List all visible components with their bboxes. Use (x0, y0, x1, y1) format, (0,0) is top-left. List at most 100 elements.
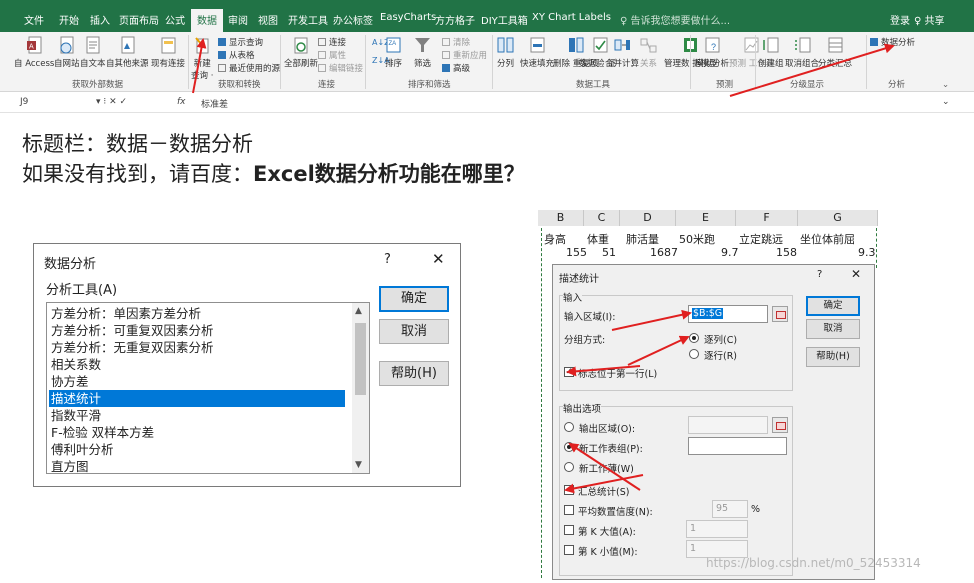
analysis-tools-list[interactable]: 方差分析：单因素方差分析 方差分析：可重复双因素分析 方差分析：无重复双因素分析… (46, 302, 370, 474)
input-range-field[interactable]: $B:$G (688, 305, 768, 323)
by-row-radio[interactable] (689, 349, 699, 359)
ungroup-button[interactable]: 取消组合 (785, 36, 819, 69)
cell-value[interactable]: 9.3 (858, 246, 876, 259)
share-button[interactable]: ♀ 共享 (914, 12, 945, 27)
ok-button[interactable]: 确定 (379, 286, 449, 312)
from-table-button[interactable]: 从表格 (218, 49, 255, 61)
cancel-button[interactable]: 取消 (379, 319, 449, 344)
by-column-radio[interactable] (689, 333, 699, 343)
recent-sources-button[interactable]: 最近使用的源 (218, 62, 280, 74)
show-queries-button[interactable]: 显示查询 (218, 36, 263, 48)
list-item[interactable]: F-检验 双样本方差 (51, 424, 347, 441)
new-worksheet-ply-radio[interactable] (564, 442, 574, 452)
text-to-columns-button[interactable]: 分列 (497, 36, 514, 69)
column-header-c[interactable]: C (584, 210, 620, 226)
from-access-button[interactable]: A 自 Access (14, 36, 54, 69)
summary-stats-checkbox[interactable]: ✓ (564, 485, 574, 495)
list-item[interactable]: 方差分析：无重复双因素分析 (51, 339, 347, 356)
output-range-select-icon[interactable] (772, 417, 788, 433)
existing-connections-button[interactable]: 现有连接 (151, 36, 185, 69)
tell-me-search[interactable]: ♀ 告诉我您想要做什么... (620, 12, 730, 27)
relationships-button[interactable]: 关系 (640, 36, 657, 69)
cell-value[interactable]: 155 (566, 246, 587, 259)
login-link[interactable]: 登录 (890, 12, 910, 27)
clear-filter-button[interactable]: 清除 (442, 36, 470, 48)
tab-office-tabs[interactable]: 办公标签 (333, 12, 373, 27)
kth-largest-checkbox[interactable] (564, 525, 574, 535)
tab-data[interactable]: 数据 (191, 9, 223, 32)
cell-header[interactable]: 立定跳远 (739, 231, 783, 247)
range-select-icon[interactable] (772, 306, 788, 322)
consolidate-button[interactable]: 合并计算 (605, 36, 639, 69)
list-item[interactable]: 方差分析：可重复双因素分析 (51, 322, 347, 339)
list-item[interactable]: 指数平滑 (51, 407, 347, 424)
scrollbar-thumb[interactable] (355, 323, 366, 395)
confidence-level-field[interactable]: 95 (712, 500, 748, 518)
scroll-up-icon[interactable]: ▲ (355, 306, 362, 316)
fx-icon[interactable]: fx (177, 97, 186, 107)
tab-developer[interactable]: 开发工具 (288, 12, 328, 27)
tab-page-layout[interactable]: 页面布局 (119, 12, 159, 27)
advanced-filter-button[interactable]: 高级 (442, 62, 470, 74)
list-item[interactable]: 傅利叶分析 (51, 441, 347, 458)
tab-fangfang[interactable]: 方方格子 (435, 12, 475, 27)
from-text-button[interactable]: 自文本 (80, 36, 106, 69)
cell-header[interactable]: 坐位体前屈 (800, 231, 855, 247)
new-worksheet-ply-field[interactable] (688, 437, 787, 455)
collapse-ribbon-icon[interactable]: ⌄ (942, 80, 949, 90)
column-header-g[interactable]: G (798, 210, 878, 226)
connections-button[interactable]: 连接 (318, 36, 346, 48)
cell-value[interactable]: 51 (602, 246, 616, 259)
tab-insert[interactable]: 插入 (90, 12, 110, 27)
column-header-b[interactable]: B (538, 210, 584, 226)
formula-input[interactable]: 标准差 (201, 97, 228, 110)
name-box[interactable]: J9 (20, 97, 28, 107)
list-item[interactable]: 相关系数 (51, 356, 347, 373)
new-query-button[interactable]: 新建 查询 · (191, 36, 213, 81)
flash-fill-button[interactable]: 快速填充 (520, 36, 554, 69)
column-header-f[interactable]: F (736, 210, 798, 226)
from-web-button[interactable]: 自网站 (54, 36, 80, 69)
close-icon[interactable]: ✕ (432, 250, 445, 268)
help-button[interactable]: 帮助(H) (379, 361, 449, 386)
cancel-button[interactable]: 取消 (806, 319, 860, 339)
subtotal-button[interactable]: 分类汇总 (818, 36, 852, 69)
output-range-radio[interactable] (564, 422, 574, 432)
cell-value[interactable]: 158 (776, 246, 797, 259)
cell-header[interactable]: 体重 (587, 231, 609, 247)
group-rows-button[interactable]: 创建组 (758, 36, 784, 69)
tab-home[interactable]: 开始 (59, 12, 79, 27)
close-icon[interactable]: ✕ (851, 267, 861, 281)
cell-value[interactable]: 1687 (650, 246, 678, 259)
help-question-icon[interactable]: ? (817, 269, 822, 280)
column-header-e[interactable]: E (676, 210, 736, 226)
cell-value[interactable]: 9.7 (721, 246, 739, 259)
expand-formula-icon[interactable]: ⌄ (942, 97, 950, 107)
scroll-down-icon[interactable]: ▼ (355, 460, 362, 470)
name-box-dropdown-icon[interactable]: ▾ ⁝ ✕ ✓ (96, 97, 127, 107)
sort-button[interactable]: ZA 排序 (385, 36, 402, 69)
refresh-all-button[interactable]: 全部刷新 (284, 36, 318, 69)
list-item[interactable]: 方差分析：单因素方差分析 (51, 305, 347, 322)
list-item[interactable]: 直方图 (51, 458, 347, 475)
cell-header[interactable]: 50米跑 (679, 231, 715, 247)
edit-links-button[interactable]: 编辑链接 (318, 62, 363, 74)
tab-review[interactable]: 审阅 (228, 12, 248, 27)
confidence-level-checkbox[interactable] (564, 505, 574, 515)
help-button[interactable]: 帮助(H) (806, 347, 860, 367)
help-question-icon[interactable]: ? (384, 252, 391, 267)
tab-xy-chart-labels[interactable]: XY Chart Labels (532, 12, 611, 23)
list-item[interactable]: 协方差 (51, 373, 347, 390)
tab-diy-toolbox[interactable]: DIY工具箱 (481, 12, 528, 27)
output-range-field[interactable] (688, 416, 768, 434)
column-header-d[interactable]: D (620, 210, 676, 226)
labels-first-row-checkbox[interactable]: ✓ (564, 367, 574, 377)
kth-largest-field[interactable]: 1 (686, 520, 748, 538)
cell-header[interactable]: 身高 (544, 231, 566, 247)
cell-header[interactable]: 肺活量 (626, 231, 659, 247)
data-analysis-button[interactable]: 数据分析 (870, 36, 915, 48)
list-item-selected[interactable]: 描述统计 (49, 390, 345, 407)
tab-easycharts[interactable]: EasyCharts (380, 12, 436, 23)
properties-button[interactable]: 属性 (318, 49, 346, 61)
tab-file[interactable]: 文件 (24, 12, 44, 27)
